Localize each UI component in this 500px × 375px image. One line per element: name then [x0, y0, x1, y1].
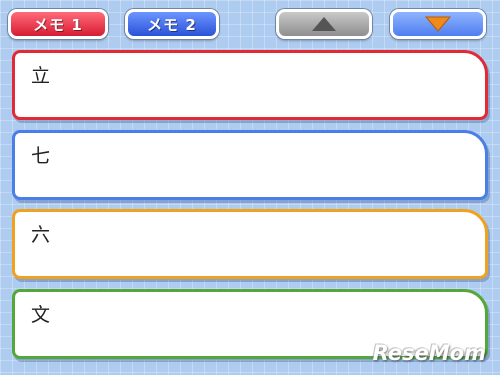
memo-slot-2-text: 七: [31, 145, 51, 167]
memo-slot-3[interactable]: 六: [12, 209, 488, 279]
scroll-up-button[interactable]: [276, 9, 372, 39]
scroll-down-button[interactable]: [390, 9, 486, 39]
triangle-down-icon: [425, 16, 451, 32]
memo-slot-1-text: 立: [31, 65, 51, 87]
memo-slot-2[interactable]: 七: [12, 130, 488, 200]
memo-slot-3-text: 六: [31, 224, 51, 246]
tab-memo-2-label: メモ 2: [147, 15, 197, 34]
tab-memo-1[interactable]: メモ 1: [8, 9, 108, 39]
triangle-up-icon: [312, 17, 336, 31]
memo-slot-4-text: 文: [31, 304, 51, 326]
watermark-logo: ReseMom: [372, 341, 486, 365]
top-toolbar: メモ 1 メモ 2: [0, 0, 500, 44]
tab-memo-1-label: メモ 1: [33, 15, 83, 34]
memo-slot-1[interactable]: 立: [12, 50, 488, 120]
tab-memo-2[interactable]: メモ 2: [125, 9, 219, 39]
